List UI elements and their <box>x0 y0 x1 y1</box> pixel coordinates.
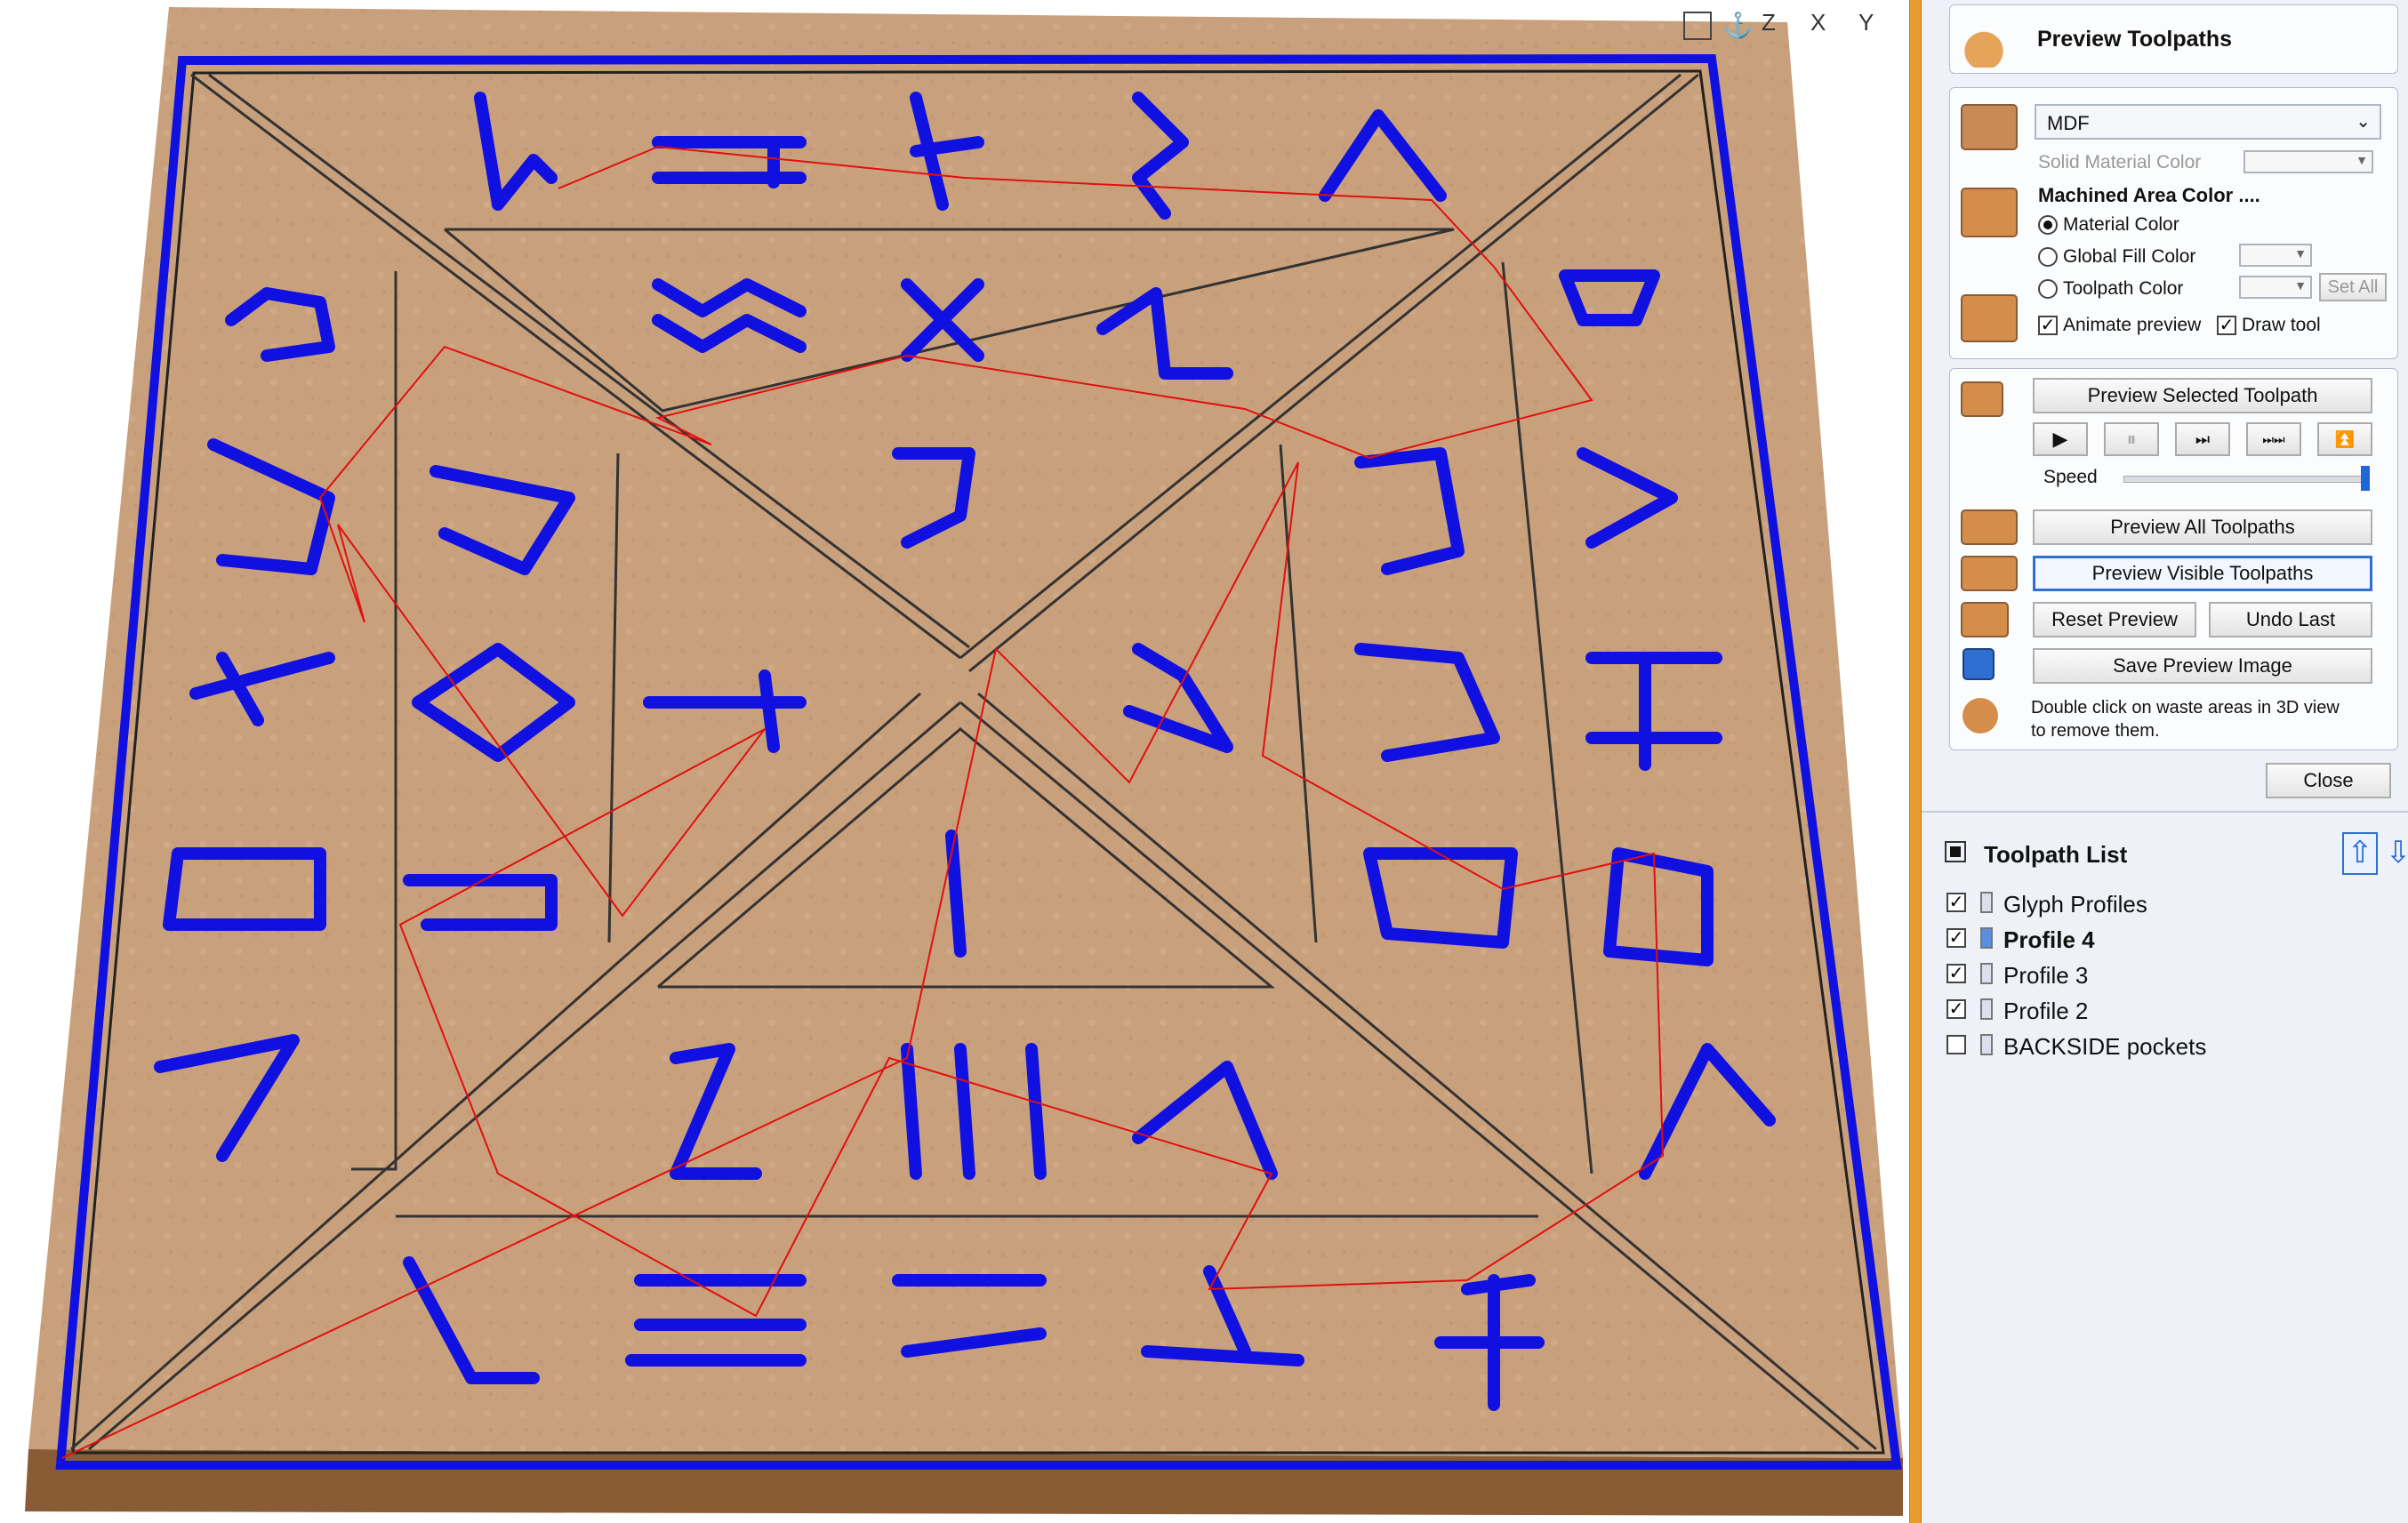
speed-slider[interactable] <box>2123 466 2370 491</box>
board-edge <box>25 1449 1903 1516</box>
toolpath-color-swatch[interactable] <box>2239 276 2312 299</box>
animate-preview-icon <box>1961 294 2018 342</box>
solid-material-color-label: Solid Material Color <box>2038 152 2202 172</box>
cursor-hint-icon <box>1963 698 1998 733</box>
toolpath-list-toggle-icon[interactable] <box>1945 841 1966 862</box>
speed-slider-thumb[interactable] <box>2361 466 2370 491</box>
toolpath-name: Profile 2 <box>2003 998 2089 1024</box>
pause-button[interactable]: ⏸ <box>2104 422 2159 456</box>
toolpath-name: Profile 3 <box>2003 962 2089 989</box>
toolpath-color-label: Toolpath Color <box>2063 278 2184 299</box>
hint-line-2: to remove them. <box>2031 721 2160 741</box>
list-item[interactable]: ✓ Glyph Profiles <box>1946 886 2391 921</box>
model-render[interactable] <box>0 0 1916 1523</box>
toolpath-icon <box>1980 963 1993 984</box>
reset-preview-button[interactable]: Reset Preview <box>2033 602 2196 637</box>
panel-header: Preview Toolpaths <box>1949 4 2398 74</box>
preview-visible-icon <box>1961 556 2018 591</box>
fit-view-icon[interactable] <box>1683 12 1712 40</box>
material-select-value: MDF <box>2047 112 2090 134</box>
preview-controls-section: Preview Selected Toolpath ▶ ⏸ ⏭ ⏭⏭ ⏫ Spe… <box>1949 368 2398 750</box>
toolpath-visibility-checkbox[interactable]: ✓ <box>1946 928 1966 948</box>
set-all-button[interactable]: Set All <box>2319 273 2387 301</box>
solid-material-color-swatch <box>2243 150 2373 173</box>
toolpath-name: BACKSIDE pockets <box>2003 1033 2207 1060</box>
preview-all-toolpaths-button[interactable]: Preview All Toolpaths <box>2033 509 2372 545</box>
global-fill-color-radio[interactable] <box>2038 247 2058 267</box>
preview-toolpaths-panel: Preview Toolpaths MDF ⌄ Solid Material C… <box>1922 0 2408 1523</box>
panel-title: Preview Toolpaths <box>2037 27 2233 52</box>
list-item[interactable]: BACKSIDE pockets <box>1946 1028 2391 1063</box>
view-z-icon[interactable]: Z <box>1762 9 1797 41</box>
material-color-radio[interactable] <box>2038 215 2058 235</box>
toolpath-list: ✓ Glyph Profiles ✓ Profile 4 ✓ Profile 3… <box>1946 886 2391 1063</box>
animate-preview-label: Animate preview <box>2063 315 2202 335</box>
draw-tool-checkbox[interactable]: ✓ <box>2217 316 2236 335</box>
move-down-icon[interactable]: ⇩ <box>2382 832 2408 875</box>
move-up-icon[interactable]: ⇧ <box>2342 832 2378 875</box>
toolpath-visibility-checkbox[interactable]: ✓ <box>1946 893 1966 912</box>
undo-last-button[interactable]: Undo Last <box>2209 602 2372 637</box>
draw-tool-label: Draw tool <box>2242 315 2321 335</box>
view-y-icon[interactable]: Y <box>1858 9 1894 41</box>
material-block-icon <box>1961 104 2018 150</box>
material-section: MDF ⌄ Solid Material Color Machined Area… <box>1949 87 2398 359</box>
material-color-label: Material Color <box>2063 214 2179 235</box>
close-button[interactable]: Close <box>2266 763 2391 798</box>
preview-selected-toolpath-button[interactable]: Preview Selected Toolpath <box>2033 378 2372 413</box>
toolpath-visibility-checkbox[interactable]: ✓ <box>1946 964 1966 983</box>
toolpath-name: Profile 4 <box>2003 926 2095 953</box>
step-forward-button[interactable]: ⏭ <box>2175 422 2230 456</box>
view-x-icon[interactable]: X <box>1810 9 1846 41</box>
play-button[interactable]: ▶ <box>2033 422 2088 456</box>
iso-view-icon[interactable]: ⚓ <box>1722 12 1754 40</box>
toolpath-name: Glyph Profiles <box>2003 891 2147 918</box>
panel-splitter[interactable] <box>1909 0 1922 1523</box>
toolpath-list-header: Toolpath List ⇧ ⇩ <box>1941 832 2408 875</box>
preview-all-icon <box>1961 509 2018 545</box>
preview-selected-icon <box>1961 381 2003 417</box>
chevron-down-icon: ⌄ <box>2356 112 2371 132</box>
reset-preview-icon <box>1961 602 2009 637</box>
toolpath-icon <box>1980 892 1993 913</box>
hint-line-1: Double click on waste areas in 3D view <box>2031 698 2340 717</box>
preview-visible-toolpaths-button[interactable]: Preview Visible Toolpaths <box>2033 556 2372 591</box>
toolpath-visibility-checkbox[interactable] <box>1946 1035 1966 1054</box>
save-image-icon <box>1963 648 1995 680</box>
toolpath-icon <box>1980 927 1993 949</box>
list-item[interactable]: ✓ Profile 2 <box>1946 992 2391 1028</box>
toolpath-list-title: Toolpath List <box>1984 841 2128 868</box>
3d-viewport[interactable]: ⚓ Z X Y <box>0 0 1916 1523</box>
machined-area-color-label: Machined Area Color .... <box>2038 184 2260 206</box>
eject-button[interactable]: ⏫ <box>2317 422 2372 456</box>
machined-area-icon <box>1961 188 2018 237</box>
toolpath-icon <box>1980 1034 1993 1055</box>
save-preview-image-button[interactable]: Save Preview Image <box>2033 648 2372 684</box>
section-divider <box>1922 811 2408 813</box>
toolpath-color-radio[interactable] <box>2038 279 2058 299</box>
skip-to-end-button[interactable]: ⏭⏭ <box>2246 422 2301 456</box>
toolpath-icon <box>1980 998 1993 1020</box>
global-fill-color-label: Global Fill Color <box>2063 246 2196 267</box>
animate-preview-checkbox[interactable]: ✓ <box>2038 316 2058 335</box>
speed-label: Speed <box>2043 467 2098 487</box>
material-select[interactable]: MDF ⌄ <box>2035 104 2381 140</box>
preview-toolpaths-icon <box>1957 12 2011 68</box>
list-item[interactable]: ✓ Profile 3 <box>1946 957 2391 992</box>
global-fill-color-swatch[interactable] <box>2239 244 2312 267</box>
toolpath-visibility-checkbox[interactable]: ✓ <box>1946 999 1966 1019</box>
list-item[interactable]: ✓ Profile 4 <box>1946 921 2391 957</box>
